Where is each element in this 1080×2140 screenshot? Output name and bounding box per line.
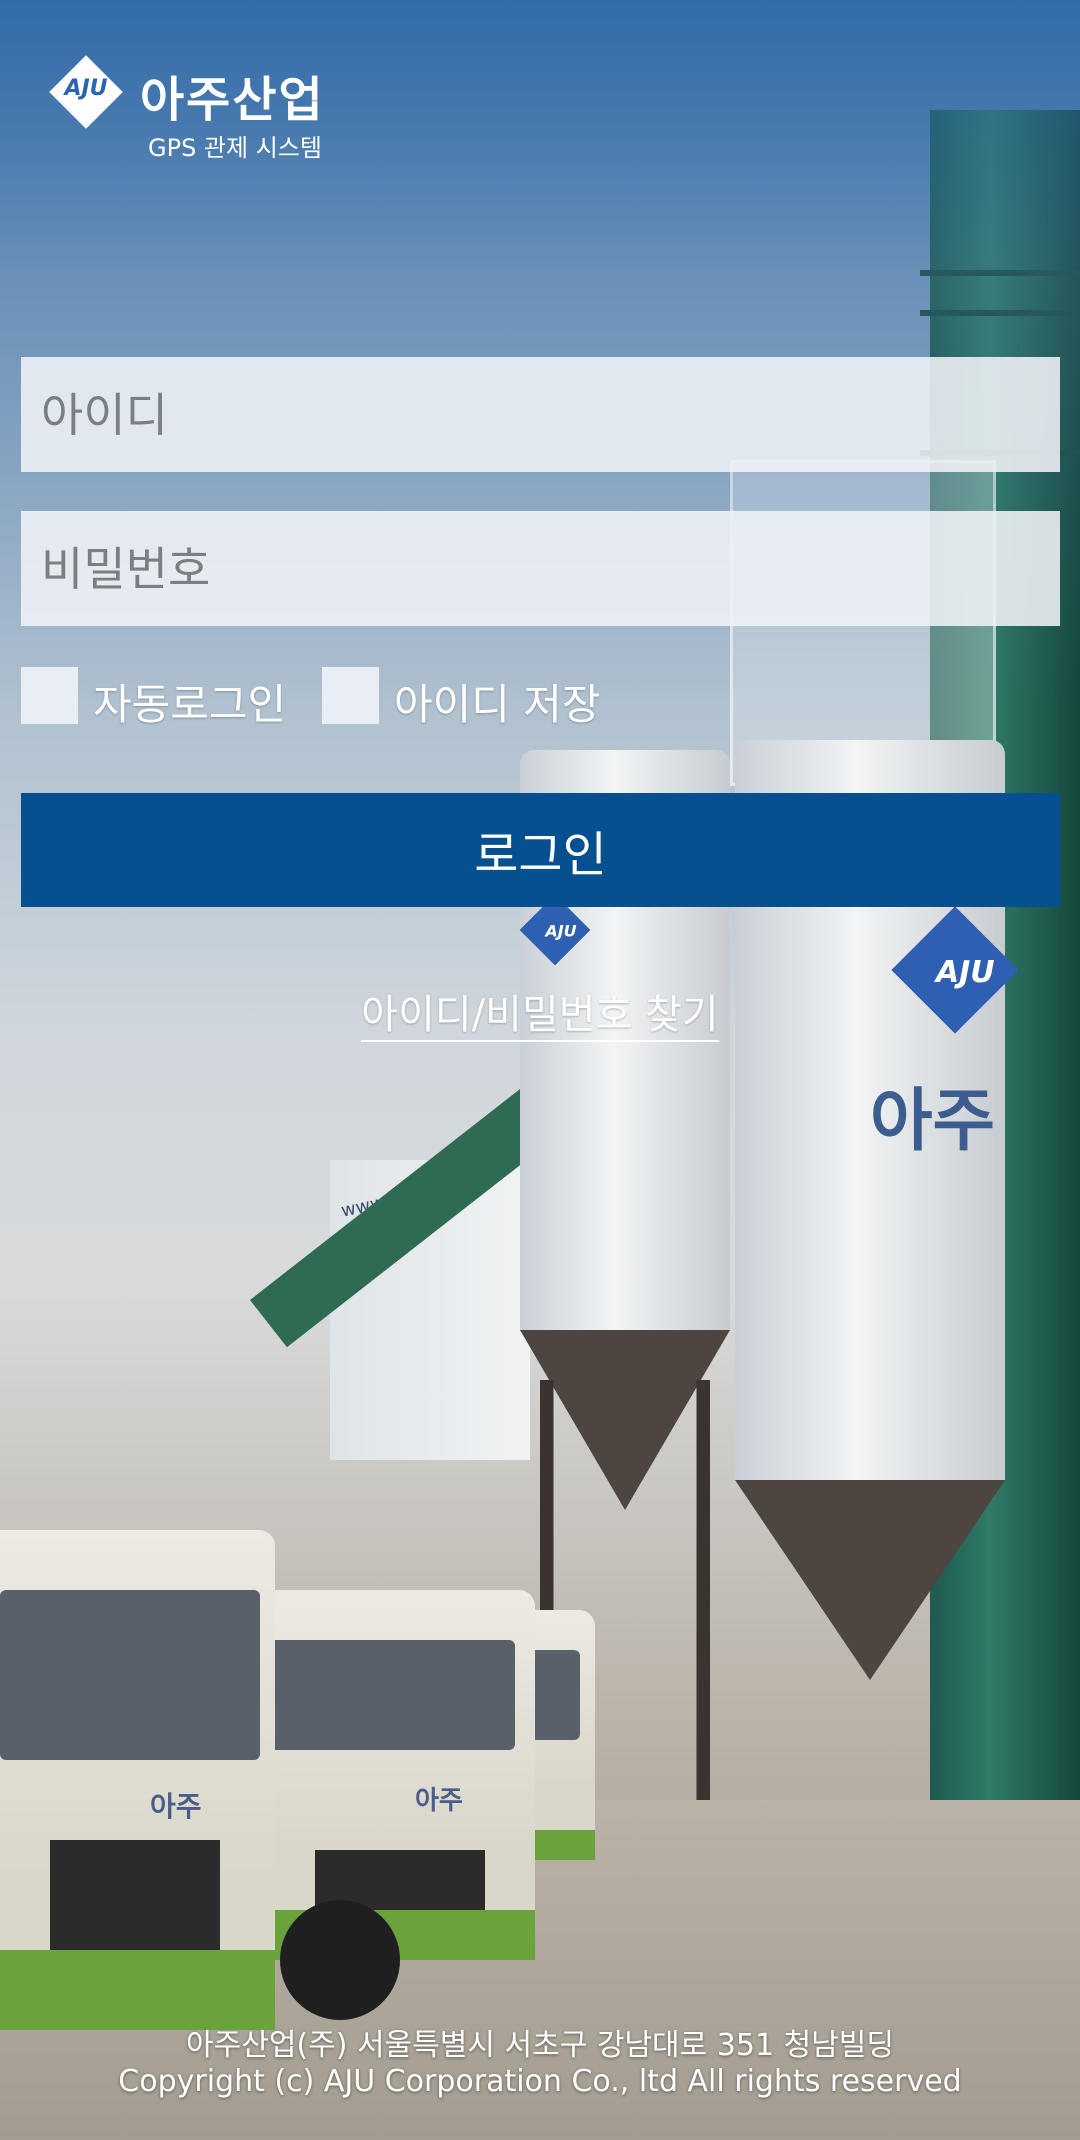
truck-front: 아주 — [0, 1530, 275, 2030]
auto-login-label[interactable]: 자동로그인 — [93, 671, 286, 732]
truck-middle: 아주 — [235, 1590, 535, 1960]
password-input[interactable] — [21, 511, 1060, 626]
save-id-checkbox[interactable] — [322, 667, 379, 724]
truck-wheel — [280, 1900, 400, 2020]
silo-right-text: 아주 — [870, 1082, 996, 1161]
find-account-container: 아이디/비밀번호 찾기 — [0, 982, 1080, 1042]
brand-mark-text: AJU — [64, 76, 108, 101]
footer: 아주산업(주) 서울특별시 서초구 강남대로 351 청남빌딩 Copyrigh… — [0, 2028, 1080, 2100]
background-image: www.aju.co.kr AJU AJU 아주 아주 아주 — [0, 0, 1080, 2140]
find-id-password-link[interactable]: 아이디/비밀번호 찾기 — [361, 992, 719, 1042]
id-input[interactable] — [21, 357, 1060, 472]
login-options: 자동로그인 아이디 저장 — [21, 665, 1060, 729]
login-button[interactable]: 로그인 — [21, 793, 1060, 907]
silo-right-cone — [735, 1480, 1005, 1680]
brand-logo: AJU 아주산업 GPS 관제 시스템 — [49, 55, 372, 168]
brand-subtitle: GPS 관제 시스템 — [148, 134, 322, 162]
auto-login-checkbox[interactable] — [21, 667, 78, 724]
brand-name: 아주산업 — [140, 72, 325, 128]
footer-copyright: Copyright (c) AJU Corporation Co., ltd A… — [118, 2064, 962, 2099]
footer-address: 아주산업(주) 서울특별시 서초구 강남대로 351 청남빌딩 — [186, 2028, 894, 2063]
save-id-label[interactable]: 아이디 저장 — [394, 671, 601, 732]
